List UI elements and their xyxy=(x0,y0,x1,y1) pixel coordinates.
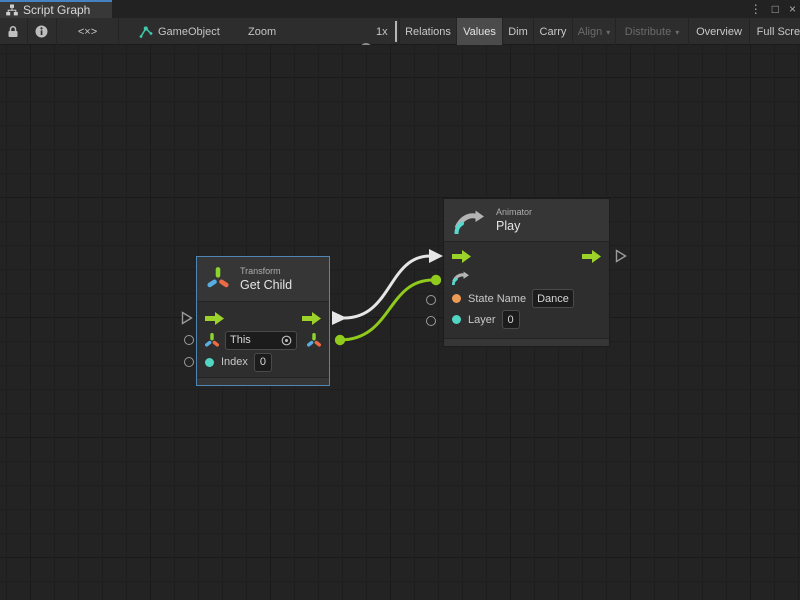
object-picker-icon[interactable] xyxy=(281,335,292,346)
index-port-row: Index 0 xyxy=(197,351,329,373)
toolbar-divider xyxy=(395,21,397,42)
get-child-external-flow-in-port[interactable] xyxy=(181,311,193,325)
graph-canvas[interactable] xyxy=(0,45,800,600)
layer-port-row: Layer 0 xyxy=(444,309,609,330)
state-name-port-row: State Name Dance xyxy=(444,288,609,309)
node-header[interactable]: Transform Get Child xyxy=(197,257,329,302)
lock-icon xyxy=(7,25,19,38)
target-object-field[interactable]: This xyxy=(225,331,297,350)
index-value-field[interactable]: 0 xyxy=(254,353,272,372)
values-button[interactable]: Values xyxy=(456,18,502,45)
transform-icon xyxy=(207,266,229,292)
node-category: Transform xyxy=(240,266,292,276)
full-screen-button[interactable]: Full Screen xyxy=(749,18,800,45)
tab-script-graph[interactable]: Script Graph xyxy=(0,0,112,18)
animator-input-port-icon[interactable] xyxy=(452,270,469,285)
node-category: Animator xyxy=(496,207,532,217)
dim-button[interactable]: Dim xyxy=(502,18,533,45)
tab-title: Script Graph xyxy=(23,3,90,17)
zoom-label: Zoom xyxy=(248,18,276,45)
align-dropdown[interactable]: Align▾ xyxy=(572,18,615,45)
flow-port-row xyxy=(444,246,609,267)
code-view-toggle-button[interactable]: <×> xyxy=(56,18,118,45)
node-title: Play xyxy=(496,219,532,233)
index-label: Index xyxy=(221,356,248,368)
tab-bar: Script Graph ⋮ □ × xyxy=(0,0,800,18)
node-animator-play[interactable]: Animator Play xyxy=(443,198,610,347)
node-get-child[interactable]: Transform Get Child xyxy=(196,256,330,386)
play-external-state-name-port[interactable] xyxy=(426,295,436,305)
relations-button[interactable]: Relations xyxy=(399,18,456,45)
animator-port-row xyxy=(444,267,609,288)
parent-port-row: This xyxy=(197,329,329,351)
layer-port[interactable] xyxy=(452,315,461,324)
overview-button[interactable]: Overview xyxy=(688,18,749,45)
node-footer xyxy=(444,338,609,346)
graph-toolbar: <×> GameObject Zoom 1x Relations Values xyxy=(0,18,800,45)
state-name-value-field[interactable]: Dance xyxy=(532,289,574,308)
code-view-icon: <×> xyxy=(78,26,97,38)
gameobject-graph-icon xyxy=(138,25,153,39)
play-external-layer-port[interactable] xyxy=(426,316,436,326)
flow-input-port[interactable] xyxy=(452,250,471,263)
graph-name: GameObject xyxy=(158,26,220,38)
chevron-down-icon: ▾ xyxy=(606,28,610,37)
state-name-label: State Name xyxy=(468,293,526,305)
maximize-button[interactable]: □ xyxy=(772,0,779,18)
window-menu-button[interactable]: ⋮ xyxy=(750,0,762,18)
lock-button[interactable] xyxy=(0,18,26,45)
node-title: Get Child xyxy=(240,278,292,292)
flow-input-port[interactable] xyxy=(205,312,224,325)
index-port[interactable] xyxy=(205,358,214,367)
transform-input-port-icon[interactable] xyxy=(205,333,219,348)
zoom-value: 1x xyxy=(376,18,388,45)
flow-port-row xyxy=(197,307,329,329)
node-header[interactable]: Animator Play xyxy=(444,199,609,242)
chevron-down-icon: ▾ xyxy=(675,28,679,37)
info-button[interactable] xyxy=(27,18,55,45)
distribute-dropdown[interactable]: Distribute▾ xyxy=(615,18,688,45)
script-graph-window: Script Graph ⋮ □ × <×> xyxy=(0,0,800,600)
child-transform-output-port-icon[interactable] xyxy=(307,333,321,348)
graph-reference[interactable]: GameObject xyxy=(138,18,220,45)
close-button[interactable]: × xyxy=(789,0,796,18)
script-graph-icon xyxy=(6,4,18,16)
node-footer xyxy=(197,377,329,385)
get-child-external-this-port[interactable] xyxy=(184,335,194,345)
layer-value-field[interactable]: 0 xyxy=(502,310,520,329)
info-icon xyxy=(35,25,48,38)
flow-output-port[interactable] xyxy=(582,250,601,263)
get-child-external-index-port[interactable] xyxy=(184,357,194,367)
flow-output-port[interactable] xyxy=(302,312,321,325)
state-name-port[interactable] xyxy=(452,294,461,303)
carry-button[interactable]: Carry xyxy=(533,18,572,45)
layer-label: Layer xyxy=(468,314,496,326)
animator-icon xyxy=(454,207,485,234)
play-external-flow-out-port[interactable] xyxy=(615,249,627,263)
